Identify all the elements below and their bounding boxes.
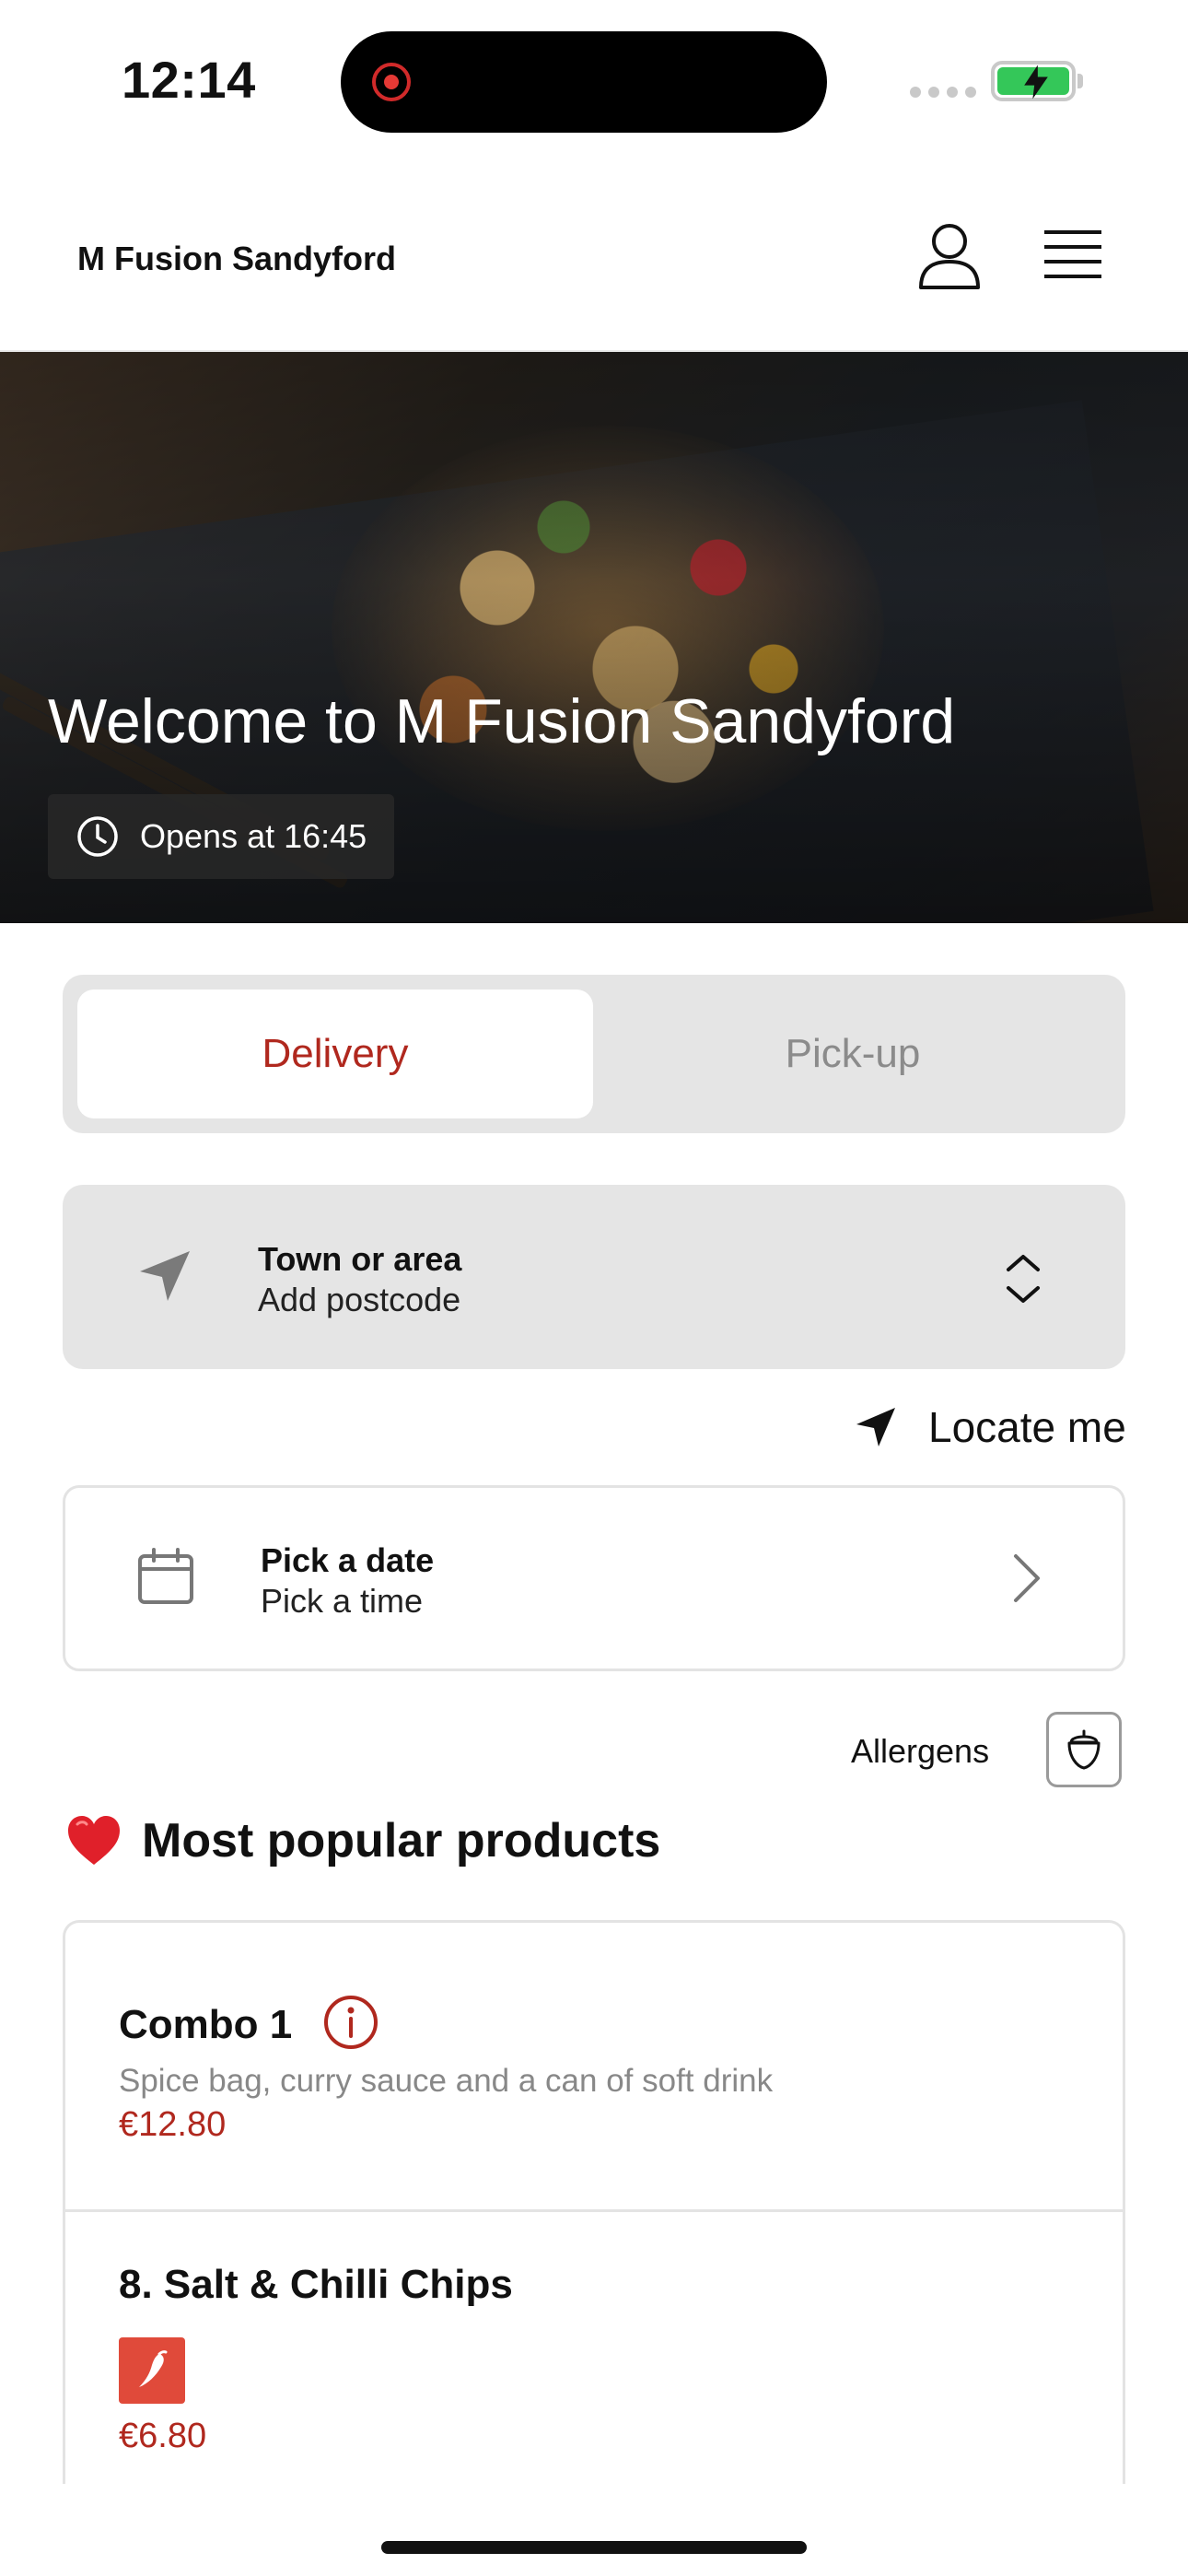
- product-card[interactable]: 8. Salt & Chilli Chips €6.80: [65, 2212, 1123, 2484]
- calendar-icon: [138, 1548, 193, 1604]
- app-header: M Fusion Sandyford: [0, 157, 1188, 352]
- clock-icon: [77, 816, 118, 857]
- menu-icon[interactable]: [1042, 228, 1103, 282]
- home-indicator: [381, 2541, 807, 2554]
- locate-me-label: Locate me: [928, 1403, 1126, 1451]
- opening-hours-badge: Opens at 16:45: [48, 794, 395, 879]
- store-name[interactable]: M Fusion Sandyford: [77, 240, 396, 278]
- product-card[interactable]: Combo 1 Spice bag, curry sauce and a can…: [65, 1923, 1123, 2212]
- status-bar: 12:14: [0, 0, 1188, 157]
- product-name: 8. Salt & Chilli Chips: [119, 2262, 513, 2307]
- acorn-icon: [1067, 1729, 1101, 1770]
- product-list: Combo 1 Spice bag, curry sauce and a can…: [63, 1920, 1125, 2484]
- location-title: Town or area: [258, 1240, 462, 1278]
- location-subtitle: Add postcode: [258, 1281, 461, 1318]
- recording-indicator-icon: [372, 63, 411, 101]
- dynamic-island: [341, 31, 827, 133]
- tab-delivery[interactable]: Delivery: [77, 989, 593, 1118]
- location-arrow-icon: [140, 1251, 190, 1301]
- product-price: €12.80: [119, 2105, 227, 2144]
- opening-hours-text: Opens at 16:45: [140, 817, 367, 855]
- locate-me-button[interactable]: Locate me: [855, 1402, 1126, 1452]
- most-popular-heading: Most popular products: [64, 1811, 660, 1870]
- info-icon[interactable]: [321, 1993, 380, 2052]
- product-name: Combo 1: [119, 2002, 293, 2047]
- date-title: Pick a date: [261, 1541, 435, 1579]
- user-icon[interactable]: [915, 221, 984, 291]
- heart-icon: [68, 1816, 120, 1865]
- location-arrow-icon: [856, 1408, 895, 1446]
- hero-banner: Welcome to M Fusion Sandyford Opens at 1…: [0, 352, 1188, 923]
- battery-icon: [991, 61, 1076, 101]
- order-mode-toggle: Delivery Pick-up: [63, 975, 1125, 1133]
- allergens-label: Allergens: [851, 1732, 990, 1770]
- product-price: €6.80: [119, 2417, 207, 2455]
- allergens-button[interactable]: [1046, 1712, 1122, 1787]
- chilli-icon: [119, 2337, 185, 2404]
- signal-icon: [910, 87, 976, 98]
- time-subtitle: Pick a time: [261, 1582, 424, 1620]
- chevron-right-icon: [1014, 1554, 1040, 1602]
- status-time: 12:14: [122, 51, 256, 109]
- hero-title: Welcome to M Fusion Sandyford: [48, 686, 956, 756]
- tab-pickup[interactable]: Pick-up: [595, 989, 1111, 1118]
- chevron-up-down-icon: [1007, 1255, 1040, 1303]
- product-description: Spice bag, curry sauce and a can of soft…: [119, 2063, 774, 2099]
- date-time-picker[interactable]: Pick a date Pick a time: [63, 1485, 1125, 1671]
- section-title: Most popular products: [142, 1814, 661, 1868]
- location-selector[interactable]: Town or area Add postcode: [63, 1185, 1125, 1369]
